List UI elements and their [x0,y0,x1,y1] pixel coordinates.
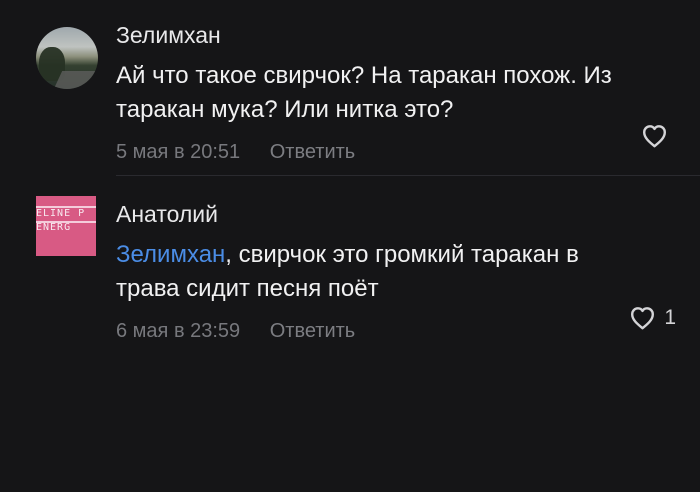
comment-item: ELINE P ENERG Анатолий Зелимхан, свирчок… [0,176,700,342]
heart-outline-icon [631,307,655,330]
comment-text-line: Зелимхан, свирчок это громкий таракан в [116,238,676,272]
comment-text-line: таракан мука? Или нитка это? [116,96,454,123]
like-button[interactable]: 1 [629,306,676,330]
comment-text-line: Ай что такое свирчок? На таракан похож. … [116,62,612,89]
avatar-brand-text: ELINE P [36,208,86,219]
like-count: 1 [664,306,676,329]
comment-content: Анатолий Зелимхан, свирчок это громкий т… [116,200,676,343]
mention-link[interactable]: Зелимхан [116,241,225,268]
comment-text-line: трава сидит песня поёт [116,275,379,302]
comment-text: Ай что такое свирчок? На таракан похож. … [116,59,676,127]
user-avatar[interactable] [36,27,98,89]
user-avatar[interactable]: ELINE P ENERG [36,196,96,256]
comment-timestamp: 5 мая в 20:51 [116,141,241,163]
comment-item: Зелимхан Ай что такое свирчок? На тарака… [0,0,700,176]
comment-meta: 6 мая в 23:59 Ответить [116,319,676,343]
comments-screen: Зелимхан Ай что такое свирчок? На тарака… [0,0,700,492]
like-button[interactable] [641,124,676,148]
comment-content: Зелимхан Ай что такое свирчок? На тарака… [116,21,676,164]
comment-text-fragment: , свирчок это громкий таракан в [225,241,579,268]
comment-author[interactable]: Анатолий [116,200,676,228]
avatar-brand-text: ENERG [36,222,72,233]
comment-text: Зелимхан, свирчок это громкий таракан в … [116,238,676,306]
heart-outline-icon [643,125,666,148]
reply-button[interactable]: Ответить [270,319,356,343]
comment-meta: 5 мая в 20:51 Ответить [116,140,676,164]
comment-timestamp: 6 мая в 23:59 [116,320,241,342]
avatar-road-shape [53,71,97,89]
comment-author[interactable]: Зелимхан [116,21,676,49]
reply-button[interactable]: Ответить [270,140,356,164]
